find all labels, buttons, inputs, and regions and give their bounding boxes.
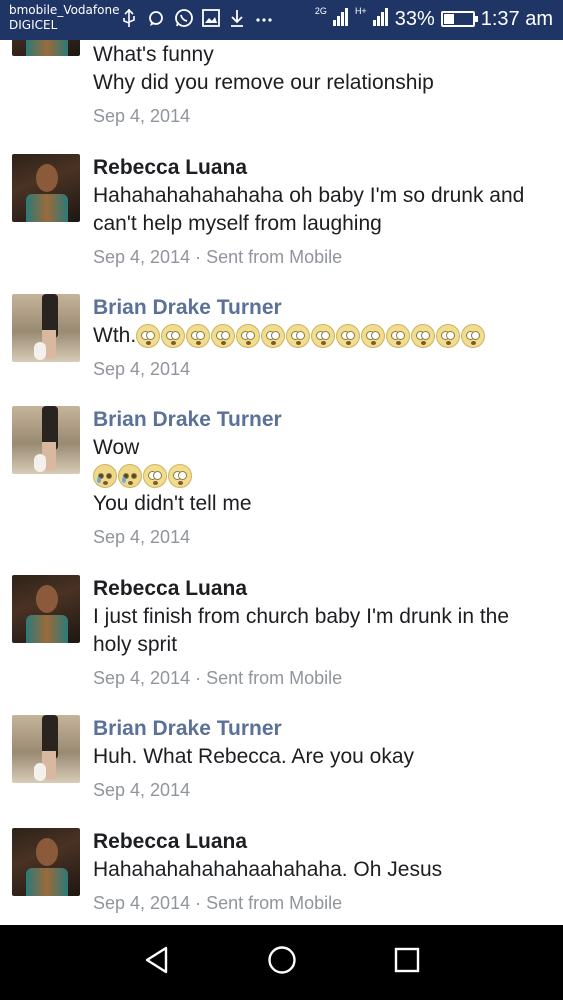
sender-name[interactable]: Rebecca Luana xyxy=(93,829,247,855)
notification-icons xyxy=(120,8,273,28)
usb-icon xyxy=(120,8,138,28)
message-text: can't help myself from laughing xyxy=(93,212,382,235)
message-text: Hahahahahahahaha oh baby I'm so drunk an… xyxy=(93,184,525,207)
message-timestamp: Sep 4, 2014 xyxy=(93,359,191,379)
flushed-face-emoji xyxy=(386,324,411,349)
carrier-info: bmobile_Vodafone DIGICEL xyxy=(9,3,119,33)
message-timestamp: Sep 4, 2014 xyxy=(93,106,191,126)
more-icon xyxy=(255,8,273,28)
whatsapp-icon xyxy=(174,8,193,28)
flushed-face-emoji xyxy=(161,324,186,349)
flushed-face-emoji xyxy=(136,324,161,349)
avatar[interactable] xyxy=(12,715,80,783)
status-right: 2G H+ 33% 1:37 am xyxy=(315,6,553,32)
battery-icon xyxy=(440,11,478,27)
message-timestamp: Sep 4, 2014 · Sent from Mobile xyxy=(93,668,343,688)
flushed-face-emoji xyxy=(336,324,361,349)
back-icon xyxy=(142,945,172,980)
emoji-row xyxy=(93,464,192,489)
back-button[interactable] xyxy=(117,925,197,1000)
avatar[interactable] xyxy=(12,575,80,643)
flushed-face-emoji xyxy=(411,324,436,349)
message-emoji-line xyxy=(93,462,192,490)
signal-icon xyxy=(332,6,349,32)
message-text: You didn't tell me xyxy=(93,492,252,515)
home-icon xyxy=(266,944,298,981)
navigation-bar xyxy=(0,925,563,1000)
download-icon xyxy=(228,8,246,28)
gallery-icon xyxy=(201,8,220,28)
message-timestamp: Sep 4, 2014 · Sent from Mobile xyxy=(93,893,343,913)
avatar[interactable] xyxy=(12,406,80,474)
crying-face-emoji xyxy=(118,464,142,489)
avatar[interactable] xyxy=(12,154,80,222)
sender-name[interactable]: Rebecca Luana xyxy=(93,155,247,181)
flushed-face-emoji xyxy=(436,324,461,349)
signal-icon-2 xyxy=(372,6,389,32)
avatar[interactable] xyxy=(12,40,80,56)
flushed-face-emoji xyxy=(143,464,167,489)
home-button[interactable] xyxy=(242,925,322,1000)
message-text-content: Wth. xyxy=(93,324,137,347)
message-text: holy sprit xyxy=(93,633,178,656)
recents-icon xyxy=(393,946,421,979)
status-bar: bmobile_Vodafone DIGICEL 2G H+ 33% 1:37 … xyxy=(0,0,563,40)
emoji-row xyxy=(136,324,486,349)
flushed-face-emoji xyxy=(361,324,386,349)
network-h-label: H+ xyxy=(354,6,367,16)
flushed-face-emoji xyxy=(261,324,286,349)
flushed-face-emoji xyxy=(186,324,211,349)
chat-bubble-icon xyxy=(147,8,165,28)
avatar[interactable] xyxy=(12,828,80,896)
message-feed[interactable]: What's funny Why did you remove our rela… xyxy=(0,40,563,925)
sender-name[interactable]: Brian Drake Turner xyxy=(93,295,282,321)
message-timestamp: Sep 4, 2014 xyxy=(93,780,191,800)
message-text: Wow xyxy=(93,436,140,459)
clock: 1:37 am xyxy=(480,7,553,30)
flushed-face-emoji xyxy=(211,324,236,349)
flushed-face-emoji xyxy=(461,324,486,349)
battery-percent: 33% xyxy=(394,7,435,30)
message-text: I just finish from church baby I'm drunk… xyxy=(93,605,510,628)
sender-name[interactable]: Brian Drake Turner xyxy=(93,716,282,742)
message-text: Hahahahahahahaahahaha. Oh Jesus xyxy=(93,858,443,881)
sender-name[interactable]: Brian Drake Turner xyxy=(93,407,282,433)
flushed-face-emoji xyxy=(311,324,336,349)
avatar[interactable] xyxy=(12,294,80,362)
recents-button[interactable] xyxy=(367,925,447,1000)
sender-name[interactable]: Rebecca Luana xyxy=(93,576,247,602)
carrier-secondary: DIGICEL xyxy=(9,18,58,32)
message-text: Huh. What Rebecca. Are you okay xyxy=(93,745,414,768)
flushed-face-emoji xyxy=(286,324,311,349)
message-text: Wth. xyxy=(93,322,486,350)
message-text: What's funny xyxy=(93,43,214,66)
message-text: Why did you remove our relationship xyxy=(93,71,434,94)
message-timestamp: Sep 4, 2014 · Sent from Mobile xyxy=(93,247,343,267)
crying-face-emoji xyxy=(93,464,117,489)
flushed-face-emoji xyxy=(168,464,192,489)
message-timestamp: Sep 4, 2014 xyxy=(93,527,191,547)
network-2g-label: 2G xyxy=(314,6,327,16)
flushed-face-emoji xyxy=(236,324,261,349)
carrier-name: bmobile_Vodafone xyxy=(9,3,120,17)
